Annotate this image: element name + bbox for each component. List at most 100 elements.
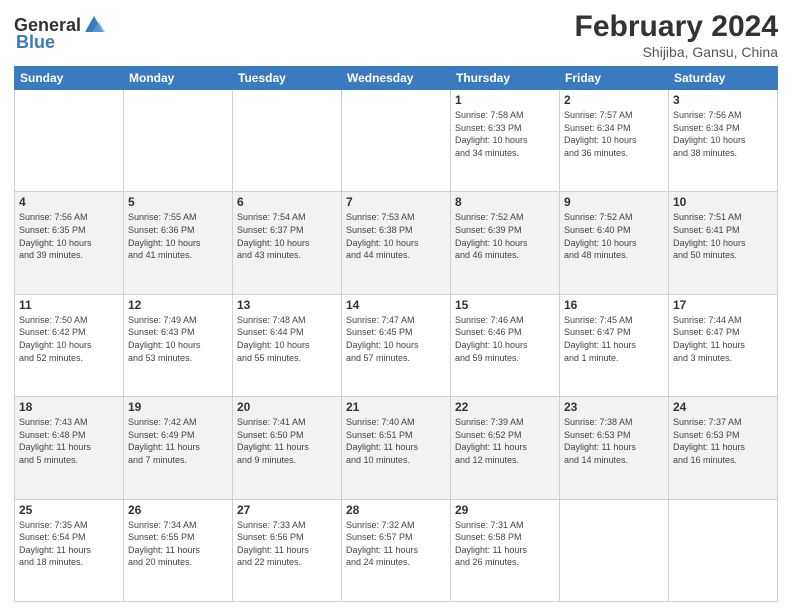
day-info: Sunrise: 7:42 AM Sunset: 6:49 PM Dayligh…: [128, 416, 228, 466]
day-info: Sunrise: 7:47 AM Sunset: 6:45 PM Dayligh…: [346, 314, 446, 364]
logo-blue: Blue: [16, 32, 55, 53]
day-number: 13: [237, 298, 337, 312]
weekday-header-monday: Monday: [124, 67, 233, 90]
calendar-cell: 28 Sunrise: 7:32 AM Sunset: 6:57 PM Dayli…: [342, 499, 451, 601]
day-number: 15: [455, 298, 555, 312]
calendar-cell: 14 Sunrise: 7:47 AM Sunset: 6:45 PM Dayli…: [342, 294, 451, 396]
day-info: Sunrise: 7:56 AM Sunset: 6:34 PM Dayligh…: [673, 109, 773, 159]
day-info: Sunrise: 7:46 AM Sunset: 6:46 PM Dayligh…: [455, 314, 555, 364]
weekday-header-saturday: Saturday: [669, 67, 778, 90]
day-number: 11: [19, 298, 119, 312]
day-number: 3: [673, 93, 773, 107]
day-info: Sunrise: 7:39 AM Sunset: 6:52 PM Dayligh…: [455, 416, 555, 466]
calendar-cell: 13 Sunrise: 7:48 AM Sunset: 6:44 PM Dayli…: [233, 294, 342, 396]
calendar-cell: [233, 90, 342, 192]
calendar-week-0: 1 Sunrise: 7:58 AM Sunset: 6:33 PM Daylig…: [15, 90, 778, 192]
calendar-cell: [342, 90, 451, 192]
calendar-cell: 4 Sunrise: 7:56 AM Sunset: 6:35 PM Daylig…: [15, 192, 124, 294]
day-number: 9: [564, 195, 664, 209]
title-location: Shijiba, Gansu, China: [575, 44, 778, 60]
day-number: 5: [128, 195, 228, 209]
calendar-cell: 20Sunrise: 7:41 AM Sunset: 6:50 PM Dayli…: [233, 397, 342, 499]
day-info: Sunrise: 7:37 AM Sunset: 6:53 PM Dayligh…: [673, 416, 773, 466]
day-info: Sunrise: 7:45 AM Sunset: 6:47 PM Dayligh…: [564, 314, 664, 364]
calendar-cell: 19 Sunrise: 7:42 AM Sunset: 6:49 PM Dayli…: [124, 397, 233, 499]
day-info: Sunrise: 7:50 AM Sunset: 6:42 PM Dayligh…: [19, 314, 119, 364]
day-number: 2: [564, 93, 664, 107]
weekday-header-wednesday: Wednesday: [342, 67, 451, 90]
day-info: Sunrise: 7:51 AM Sunset: 6:41 PM Dayligh…: [673, 211, 773, 261]
calendar-cell: 1 Sunrise: 7:58 AM Sunset: 6:33 PM Daylig…: [451, 90, 560, 192]
weekday-header-friday: Friday: [560, 67, 669, 90]
day-number: 19: [128, 400, 228, 414]
day-number: 26: [128, 503, 228, 517]
day-number: 12: [128, 298, 228, 312]
calendar-cell: 16 Sunrise: 7:45 AM Sunset: 6:47 PM Dayli…: [560, 294, 669, 396]
calendar-cell: 26 Sunrise: 7:34 AM Sunset: 6:55 PM Dayli…: [124, 499, 233, 601]
calendar-week-4: 25Sunrise: 7:35 AM Sunset: 6:54 PM Dayli…: [15, 499, 778, 601]
day-info: Sunrise: 7:34 AM Sunset: 6:55 PM Dayligh…: [128, 519, 228, 569]
calendar-cell: 22 Sunrise: 7:39 AM Sunset: 6:52 PM Dayli…: [451, 397, 560, 499]
day-number: 16: [564, 298, 664, 312]
day-info: Sunrise: 7:52 AM Sunset: 6:39 PM Dayligh…: [455, 211, 555, 261]
day-info: Sunrise: 7:44 AM Sunset: 6:47 PM Dayligh…: [673, 314, 773, 364]
day-info: Sunrise: 7:58 AM Sunset: 6:33 PM Dayligh…: [455, 109, 555, 159]
calendar-cell: 29 Sunrise: 7:31 AM Sunset: 6:58 PM Dayli…: [451, 499, 560, 601]
title-block: February 2024 Shijiba, Gansu, China: [575, 10, 778, 60]
day-info: Sunrise: 7:52 AM Sunset: 6:40 PM Dayligh…: [564, 211, 664, 261]
day-number: 28: [346, 503, 446, 517]
calendar-cell: 27 Sunrise: 7:33 AM Sunset: 6:56 PM Dayli…: [233, 499, 342, 601]
calendar-cell: 5 Sunrise: 7:55 AM Sunset: 6:36 PM Daylig…: [124, 192, 233, 294]
day-number: 10: [673, 195, 773, 209]
day-info: Sunrise: 7:32 AM Sunset: 6:57 PM Dayligh…: [346, 519, 446, 569]
day-number: 8: [455, 195, 555, 209]
title-month: February 2024: [575, 10, 778, 44]
calendar-cell: 17 Sunrise: 7:44 AM Sunset: 6:47 PM Dayli…: [669, 294, 778, 396]
calendar-cell: 8 Sunrise: 7:52 AM Sunset: 6:39 PM Daylig…: [451, 192, 560, 294]
calendar-cell: 10 Sunrise: 7:51 AM Sunset: 6:41 PM Dayli…: [669, 192, 778, 294]
calendar-week-3: 18 Sunrise: 7:43 AM Sunset: 6:48 PM Dayli…: [15, 397, 778, 499]
calendar-cell: 24Sunrise: 7:37 AM Sunset: 6:53 PM Dayli…: [669, 397, 778, 499]
logo-icon: [83, 14, 105, 36]
calendar-cell: 12 Sunrise: 7:49 AM Sunset: 6:43 PM Dayli…: [124, 294, 233, 396]
day-info: Sunrise: 7:55 AM Sunset: 6:36 PM Dayligh…: [128, 211, 228, 261]
calendar-cell: 15 Sunrise: 7:46 AM Sunset: 6:46 PM Dayli…: [451, 294, 560, 396]
calendar-cell: 25Sunrise: 7:35 AM Sunset: 6:54 PM Dayli…: [15, 499, 124, 601]
day-info: Sunrise: 7:41 AM Sunset: 6:50 PM Dayligh…: [237, 416, 337, 466]
weekday-header-thursday: Thursday: [451, 67, 560, 90]
calendar-week-2: 11 Sunrise: 7:50 AM Sunset: 6:42 PM Dayli…: [15, 294, 778, 396]
day-number: 17: [673, 298, 773, 312]
calendar-cell: 7 Sunrise: 7:53 AM Sunset: 6:38 PM Daylig…: [342, 192, 451, 294]
day-number: 21: [346, 400, 446, 414]
calendar-table: SundayMondayTuesdayWednesdayThursdayFrid…: [14, 66, 778, 602]
calendar-week-1: 4 Sunrise: 7:56 AM Sunset: 6:35 PM Daylig…: [15, 192, 778, 294]
day-number: 4: [19, 195, 119, 209]
day-info: Sunrise: 7:53 AM Sunset: 6:38 PM Dayligh…: [346, 211, 446, 261]
day-number: 18: [19, 400, 119, 414]
day-info: Sunrise: 7:40 AM Sunset: 6:51 PM Dayligh…: [346, 416, 446, 466]
calendar-cell: [15, 90, 124, 192]
day-number: 27: [237, 503, 337, 517]
day-info: Sunrise: 7:31 AM Sunset: 6:58 PM Dayligh…: [455, 519, 555, 569]
day-info: Sunrise: 7:57 AM Sunset: 6:34 PM Dayligh…: [564, 109, 664, 159]
calendar-cell: 2 Sunrise: 7:57 AM Sunset: 6:34 PM Daylig…: [560, 90, 669, 192]
calendar-cell: [669, 499, 778, 601]
calendar-cell: 11 Sunrise: 7:50 AM Sunset: 6:42 PM Dayli…: [15, 294, 124, 396]
day-number: 29: [455, 503, 555, 517]
day-info: Sunrise: 7:48 AM Sunset: 6:44 PM Dayligh…: [237, 314, 337, 364]
day-info: Sunrise: 7:38 AM Sunset: 6:53 PM Dayligh…: [564, 416, 664, 466]
day-info: Sunrise: 7:33 AM Sunset: 6:56 PM Dayligh…: [237, 519, 337, 569]
day-info: Sunrise: 7:56 AM Sunset: 6:35 PM Dayligh…: [19, 211, 119, 261]
day-number: 25: [19, 503, 119, 517]
day-info: Sunrise: 7:54 AM Sunset: 6:37 PM Dayligh…: [237, 211, 337, 261]
day-number: 22: [455, 400, 555, 414]
day-number: 7: [346, 195, 446, 209]
day-info: Sunrise: 7:43 AM Sunset: 6:48 PM Dayligh…: [19, 416, 119, 466]
day-number: 23: [564, 400, 664, 414]
calendar-cell: 18 Sunrise: 7:43 AM Sunset: 6:48 PM Dayli…: [15, 397, 124, 499]
day-info: Sunrise: 7:49 AM Sunset: 6:43 PM Dayligh…: [128, 314, 228, 364]
day-number: 14: [346, 298, 446, 312]
calendar-cell: 3 Sunrise: 7:56 AM Sunset: 6:34 PM Daylig…: [669, 90, 778, 192]
day-number: 1: [455, 93, 555, 107]
calendar-cell: [560, 499, 669, 601]
